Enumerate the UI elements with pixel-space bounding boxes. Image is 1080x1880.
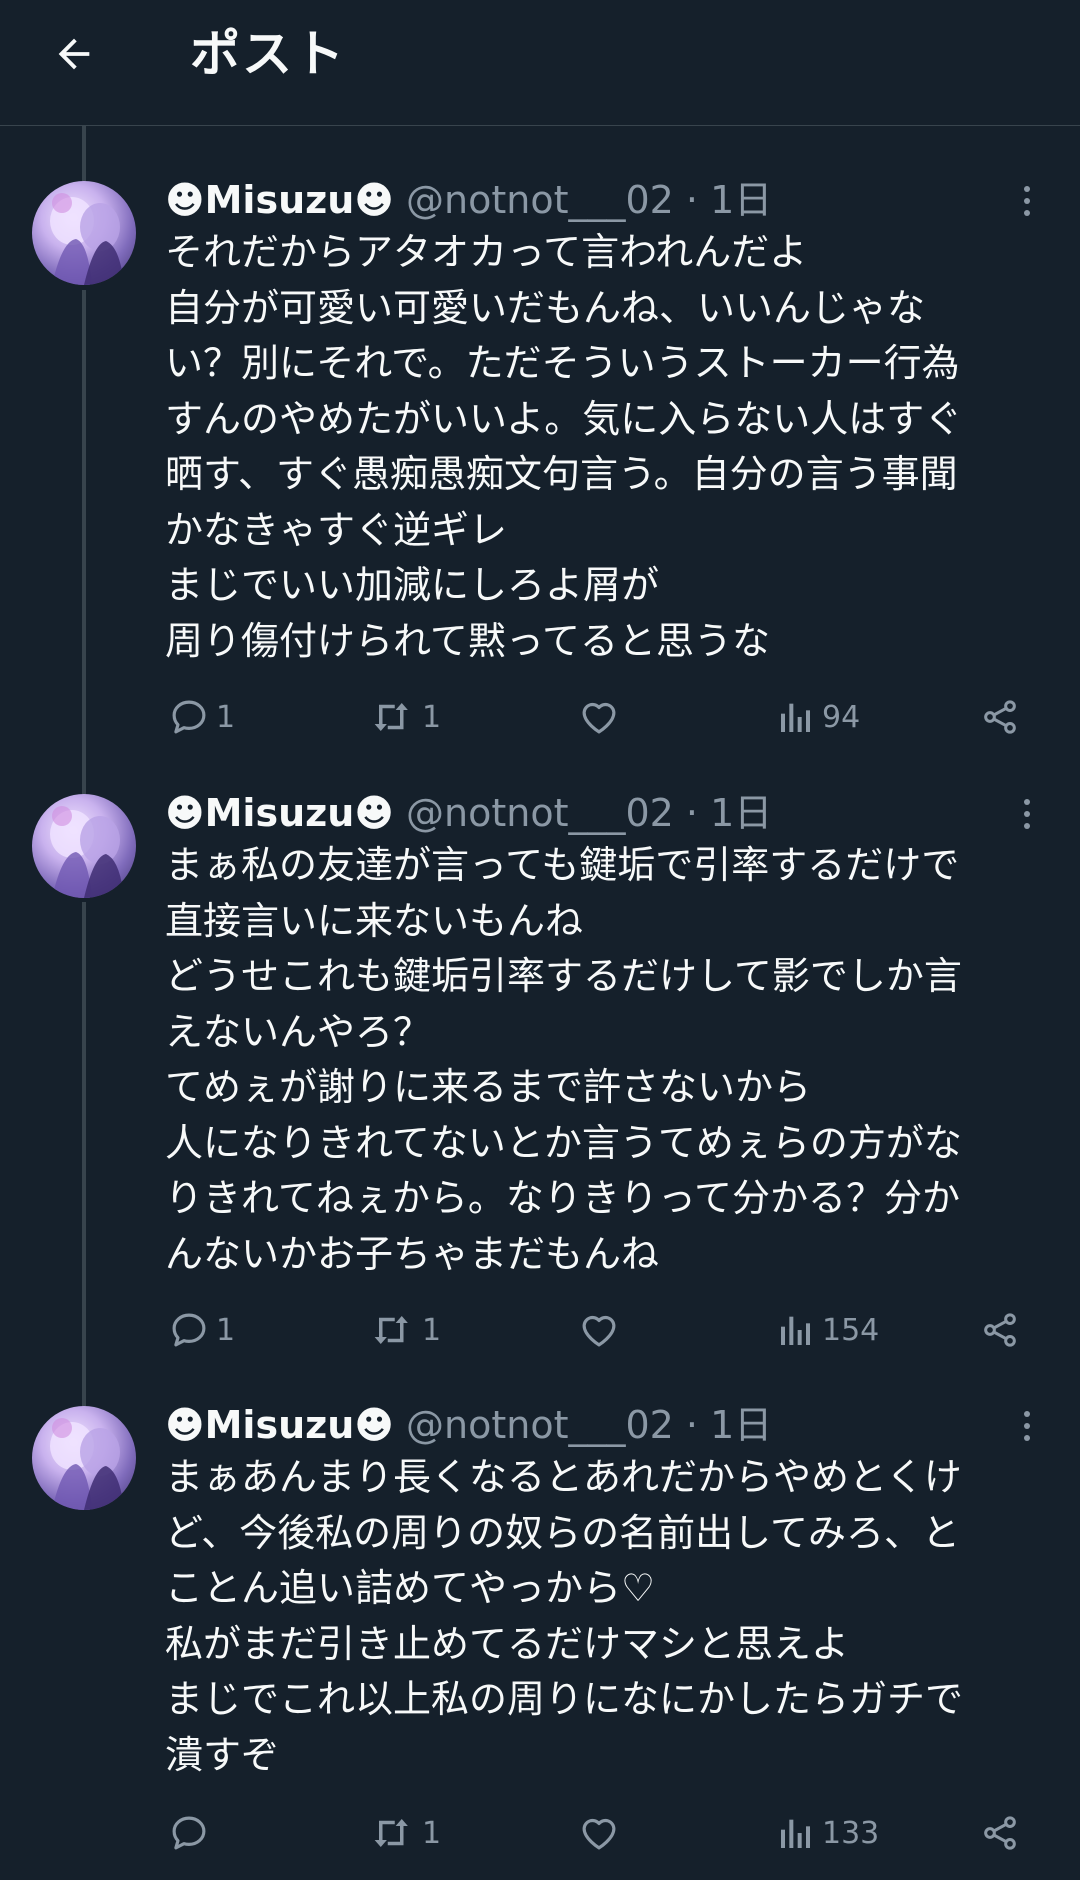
post-meta: ☻Misuzu☻ @notnot___02 · 1日	[165, 1400, 772, 1450]
post-text-line: えないんやろ？	[165, 1009, 432, 1054]
post-text: まぁあんまり長くなるとあれだからやめとくけ ど、今後私の周りの奴らの名前出してみ…	[165, 1450, 1055, 1783]
post-text-line: りきれてねぇから。なりきりって分かる？分か	[165, 1176, 960, 1220]
post-text-line: い？別にそれで。ただそういうストーカー行為	[165, 341, 960, 385]
post-text-line: まぁあんまり長くなるとあれだからやめとくけ	[165, 1455, 962, 1499]
repost-count: 1	[422, 1815, 442, 1851]
post-text: それだからアタオカって言われんだよ 自分が可愛い可愛いだもんね、いいんじゃな い…	[165, 225, 1055, 669]
views-chart-icon	[781, 1316, 810, 1345]
handle-and-time[interactable]: @notnot___02 · 1日	[406, 791, 772, 835]
repost-icon	[374, 1316, 408, 1344]
avatar[interactable]	[32, 1406, 136, 1510]
repost-button[interactable]: 1	[370, 1305, 441, 1355]
views-count: 94	[822, 699, 861, 735]
more-options-button[interactable]	[1012, 181, 1042, 221]
post-text-line: すんのやめたがいいよ。気に入らない人はすぐ	[165, 396, 963, 441]
share-icon	[984, 1313, 1016, 1347]
repost-icon	[374, 1819, 408, 1847]
post[interactable]: ☻Misuzu☻ @notnot___02 · 1日 まぁ私の友達が言っても鍵垢…	[0, 788, 1080, 1358]
share-icon	[984, 1816, 1016, 1850]
post-text-line: どうせこれも鍵垢引率するだけして影でしか言	[165, 954, 962, 998]
reply-count: 1	[216, 1312, 236, 1348]
display-name[interactable]: ☻Misuzu☻	[165, 178, 394, 222]
views-count: 133	[822, 1815, 880, 1851]
post-text-line: ことん追い詰めてやっから♡	[165, 1566, 656, 1610]
post-meta: ☻Misuzu☻ @notnot___02 · 1日	[165, 175, 772, 225]
post-text-line: まじでいい加減にしろよ屑が	[165, 563, 660, 607]
views-count: 154	[822, 1312, 880, 1348]
post-actions: 1 133	[0, 1808, 1080, 1858]
repost-count: 1	[422, 1312, 442, 1348]
reply-icon	[172, 1313, 206, 1347]
post-text-line: 晒す、すぐ愚痴愚痴文句言う。自分の言う事聞	[165, 452, 958, 496]
post-text-line: 自分が可愛い可愛いだもんね、いいんじゃな	[165, 285, 926, 330]
repost-button[interactable]: 1	[370, 1808, 441, 1858]
repost-count: 1	[422, 699, 442, 735]
post-text: まぁ私の友達が言っても鍵垢で引率するだけで 直接言いに来ないもんね どうせこれも…	[165, 838, 1055, 1282]
reply-count: 1	[216, 699, 236, 735]
post-meta: ☻Misuzu☻ @notnot___02 · 1日	[165, 788, 772, 838]
views-button[interactable]: 133	[776, 1808, 879, 1858]
display-name[interactable]: ☻Misuzu☻	[165, 1403, 394, 1447]
post-text-line: 人になりきれてないとか言うてめぇらの方がな	[165, 1120, 962, 1165]
post-actions: 1 1 154	[0, 1305, 1080, 1355]
heart-icon	[582, 1818, 616, 1850]
like-button[interactable]	[578, 692, 620, 742]
reply-icon	[172, 700, 206, 734]
post[interactable]: ☻Misuzu☻ @notnot___02 · 1日 それだからアタオカって言わ…	[0, 175, 1080, 745]
share-button[interactable]	[980, 692, 1020, 742]
heart-icon	[582, 1315, 616, 1347]
views-chart-icon	[781, 703, 810, 732]
post-text-line: 直接言いに来ないもんね	[165, 898, 584, 943]
post-text-line: ど、今後私の周りの奴らの名前出してみろ、と	[165, 1510, 960, 1555]
more-options-button[interactable]	[1012, 794, 1042, 834]
handle-and-time[interactable]: @notnot___02 · 1日	[406, 1403, 772, 1447]
views-button[interactable]: 94	[776, 692, 860, 742]
repost-icon	[374, 703, 408, 731]
post-text-line: んないかお子ちゃまだもんね	[165, 1231, 660, 1276]
like-button[interactable]	[578, 1305, 620, 1355]
post-text-line: 潰すぞ	[165, 1732, 280, 1777]
display-name[interactable]: ☻Misuzu☻	[165, 791, 394, 835]
share-button[interactable]	[980, 1808, 1020, 1858]
handle-and-time[interactable]: @notnot___02 · 1日	[406, 178, 772, 222]
page-title: ポスト	[190, 25, 346, 83]
reply-button[interactable]: 1	[168, 1305, 235, 1355]
post-text-line: まぁ私の友達が言っても鍵垢で引率するだけで	[165, 843, 960, 887]
reply-icon	[172, 1816, 206, 1850]
post-text-line: 私がまだ引き止めてるだけマシと思えよ	[165, 1621, 850, 1666]
views-button[interactable]: 154	[776, 1305, 879, 1355]
more-options-button[interactable]	[1012, 1406, 1042, 1446]
reply-button[interactable]	[168, 1808, 216, 1858]
post[interactable]: ☻Misuzu☻ @notnot___02 · 1日 まぁあんまり長くなるとあれ…	[0, 1400, 1080, 1870]
avatar[interactable]	[32, 181, 136, 285]
like-button[interactable]	[578, 1808, 620, 1858]
back-button[interactable]	[44, 24, 104, 84]
views-chart-icon	[781, 1819, 810, 1848]
post-text-line: てめぇが謝りに来るまで許さないから	[165, 1065, 812, 1109]
top-bar: ポスト	[0, 0, 1080, 126]
reply-button[interactable]: 1	[168, 692, 235, 742]
post-text-line: かなきゃすぐ逆ギレ	[165, 507, 508, 552]
post-text-line: 周り傷付けられて黙ってると思うな	[165, 618, 770, 663]
heart-icon	[582, 702, 616, 734]
share-button[interactable]	[980, 1305, 1020, 1355]
share-icon	[984, 700, 1016, 734]
arrow-left-icon	[58, 38, 90, 70]
avatar[interactable]	[32, 794, 136, 898]
post-text-line: それだからアタオカって言われんだよ	[165, 230, 808, 274]
post-text-line: まじでこれ以上私の周りになにかしたらガチで	[165, 1677, 964, 1721]
repost-button[interactable]: 1	[370, 692, 441, 742]
post-actions: 1 1 94	[0, 692, 1080, 742]
